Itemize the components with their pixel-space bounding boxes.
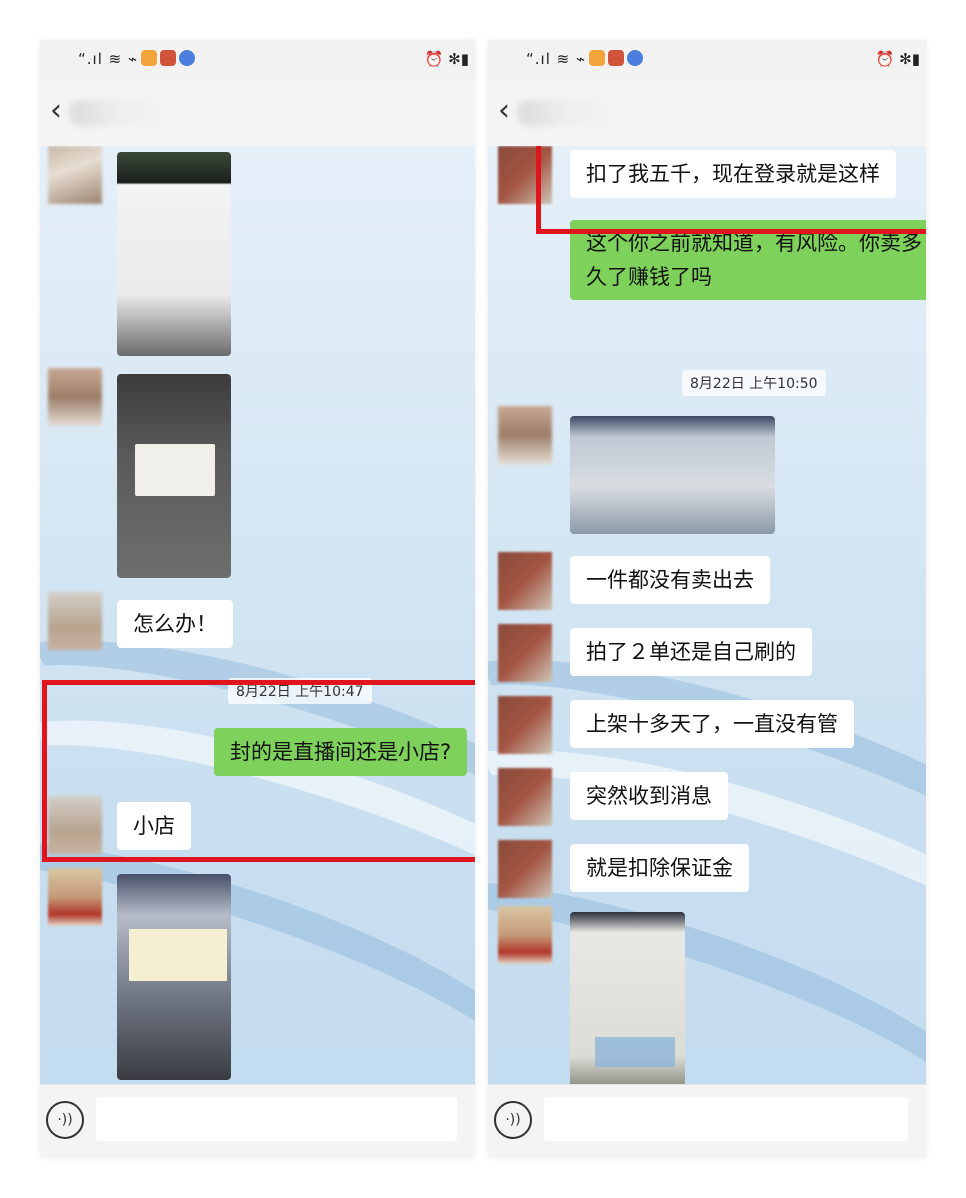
right-chat-screenshot: “.ıl ≋ ⌁ ⏰ ✻▮ ‹ 扣了我五千，现在登录就是这样 这个你之前就知道，…	[488, 40, 926, 1158]
message-bubble-outgoing[interactable]: 封的是直播间还是小店?	[214, 728, 468, 776]
contact-avatar[interactable]	[498, 146, 552, 204]
alarm-icon: ⏰ ✻▮	[424, 50, 469, 68]
contact-avatar[interactable]	[498, 840, 552, 898]
contact-avatar[interactable]	[498, 696, 552, 754]
image-message-phone-dialog[interactable]	[117, 374, 231, 578]
contact-avatar[interactable]	[498, 406, 552, 464]
contact-avatar[interactable]	[498, 624, 552, 682]
input-bar: ·))	[488, 1084, 926, 1158]
message-bubble-outgoing[interactable]: 这个你之前就知道，有风险。你卖多久了赚钱了吗	[570, 220, 926, 300]
contact-avatar[interactable]	[498, 552, 552, 610]
image-message-phone-screenshot[interactable]	[117, 152, 231, 356]
message-input[interactable]	[544, 1097, 908, 1141]
message-bubble-incoming[interactable]: 突然收到消息	[570, 772, 728, 820]
contact-avatar[interactable]	[498, 768, 552, 826]
image-message-screen[interactable]	[570, 416, 775, 534]
message-bubble-incoming[interactable]: 拍了２单还是自己刷的	[570, 628, 812, 676]
alarm-icon: ⏰ ✻▮	[875, 50, 920, 68]
contact-avatar[interactable]	[48, 868, 102, 926]
message-bubble-incoming[interactable]: 扣了我五千，现在登录就是这样	[570, 150, 896, 198]
contact-avatar[interactable]	[48, 368, 102, 426]
status-bar: “.ıl ≋ ⌁ ⏰ ✻▮	[488, 40, 926, 82]
signal-icon: “.ıl ≋ ⌁	[526, 50, 644, 68]
contact-name-blurred	[518, 100, 618, 126]
left-chat-screenshot: “.ıl ≋ ⌁ ⏰ ✻▮ ‹ 怎么办！ 8月22日 上午10:47 封的是直播…	[40, 40, 475, 1158]
message-bubble-incoming[interactable]: 小店	[117, 802, 191, 850]
message-list[interactable]: 扣了我五千，现在登录就是这样 这个你之前就知道，有风险。你卖多久了赚钱了吗 8月…	[488, 146, 926, 1084]
voice-input-icon[interactable]: ·))	[46, 1101, 84, 1139]
message-bubble-incoming[interactable]: 怎么办！	[117, 600, 233, 648]
message-timestamp: 8月22日 上午10:47	[228, 678, 372, 704]
message-input[interactable]	[96, 1097, 457, 1141]
voice-input-icon[interactable]: ·))	[494, 1101, 532, 1139]
contact-avatar[interactable]	[48, 146, 102, 204]
contact-avatar[interactable]	[48, 592, 102, 650]
message-bubble-incoming[interactable]: 一件都没有卖出去	[570, 556, 770, 604]
message-bubble-incoming[interactable]: 上架十多天了，一直没有管	[570, 700, 854, 748]
contact-avatar[interactable]	[48, 796, 102, 854]
status-bar: “.ıl ≋ ⌁ ⏰ ✻▮	[40, 40, 475, 82]
message-bubble-incoming[interactable]: 就是扣除保证金	[570, 844, 749, 892]
back-arrow-icon[interactable]: ‹	[50, 96, 62, 126]
signal-icon: “.ıl ≋ ⌁	[78, 50, 196, 68]
message-list[interactable]: 怎么办！ 8月22日 上午10:47 封的是直播间还是小店? 小店	[40, 146, 475, 1084]
chat-header: ‹	[40, 82, 475, 146]
image-message-laptop-screen[interactable]	[570, 912, 685, 1084]
message-timestamp: 8月22日 上午10:50	[682, 370, 826, 396]
input-bar: ·))	[40, 1084, 475, 1158]
chat-header: ‹	[488, 82, 926, 146]
back-arrow-icon[interactable]: ‹	[498, 96, 510, 126]
contact-avatar[interactable]	[498, 906, 552, 964]
contact-name-blurred	[70, 100, 170, 126]
image-message-laptop-screen[interactable]	[117, 874, 231, 1080]
